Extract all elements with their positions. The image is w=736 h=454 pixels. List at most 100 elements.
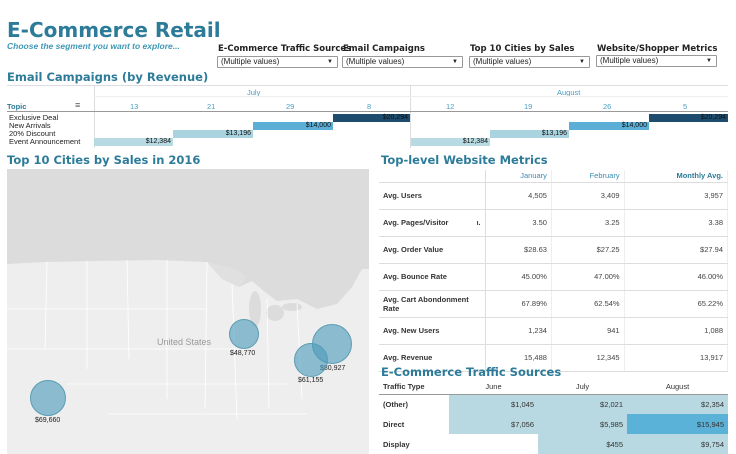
cell: 65.22% xyxy=(624,290,729,318)
dashboard-title: E-Commerce Retail xyxy=(7,18,221,42)
day-label: 13 xyxy=(130,102,139,111)
email-bar[interactable]: $20,294 xyxy=(649,114,728,122)
email-bar[interactable]: $12,384 xyxy=(411,138,490,146)
column-header: Monthly Avg. xyxy=(624,170,729,183)
column-header: August xyxy=(627,380,728,395)
row-label: Avg. Order Value xyxy=(379,236,486,264)
email-bar[interactable]: $12,384 xyxy=(94,138,173,146)
day-label: 5 xyxy=(683,102,688,111)
city-sales-map[interactable]: United States $48,770 $80,927 $61,155 $6… xyxy=(7,169,369,454)
metrics-section-title: Top-level Website Metrics xyxy=(381,153,548,167)
cell: $2,354 xyxy=(627,394,728,414)
filter-select-email[interactable]: (Multiple values) ▼ xyxy=(342,56,463,68)
email-bar[interactable]: $14,000 xyxy=(569,122,649,130)
table-row[interactable]: Avg. New Users 1,234 941 1,088 xyxy=(379,317,729,345)
column-header: June xyxy=(449,380,538,395)
cell: 3.50 xyxy=(485,209,552,237)
cell: $5,985 xyxy=(538,414,627,434)
cell: 3.25 xyxy=(551,209,625,237)
row-label: Avg. Cart Abondonment Rate xyxy=(379,290,486,318)
city-bubble[interactable] xyxy=(229,319,259,349)
traffic-type-header: Traffic Type xyxy=(379,380,449,395)
traffic-section-title: E-Commerce Traffic Sources xyxy=(381,365,562,379)
row-label: Avg. New Users xyxy=(379,317,486,345)
filter-value: (Multiple values) xyxy=(600,56,659,65)
cell: 1,088 xyxy=(624,317,729,345)
sort-icon[interactable]: ≡ xyxy=(75,100,80,110)
metrics-table: January February Monthly Avg. Avg. Users… xyxy=(379,170,729,372)
cell: $2,021 xyxy=(538,394,627,414)
cell: 45.00% xyxy=(485,263,552,291)
cell: $27.94 xyxy=(624,236,729,264)
filter-value: (Multiple values) xyxy=(346,57,405,66)
filter-label-metrics: Website/Shopper Metrics xyxy=(597,44,718,54)
cell: $455 xyxy=(538,434,627,454)
row-label: Avg. Pages/Visitor xyxy=(383,218,449,227)
row-label: Display xyxy=(383,439,410,449)
cell: 3.38 xyxy=(624,209,729,237)
cell: $9,754 xyxy=(627,434,728,454)
cell: $7,056 xyxy=(449,414,538,434)
cell: $27.25 xyxy=(551,236,625,264)
chevron-down-icon: ▼ xyxy=(327,59,333,65)
table-row[interactable]: Avg. Bounce Rate 45.00% 47.00% 46.00% xyxy=(379,263,729,291)
row-label: Avg. Users xyxy=(379,182,486,210)
table-row[interactable]: Avg. Cart Abondonment Rate 67.89% 62.54% 65… xyxy=(379,290,729,318)
email-bar[interactable]: $20,294 xyxy=(333,114,410,122)
table-row[interactable]: Direct $7,056 $5,985 $15,945 xyxy=(379,414,728,434)
cell: 67.89% xyxy=(485,290,552,318)
cell: 12,345 xyxy=(551,344,625,372)
day-label: 8 xyxy=(367,102,372,111)
column-header: February xyxy=(551,170,625,183)
filter-select-traffic[interactable]: (Multiple values) ▼ xyxy=(217,56,338,68)
day-label: 19 xyxy=(524,102,533,111)
column-header: January xyxy=(485,170,552,183)
cell: $1,045 xyxy=(449,394,538,414)
email-section-title: Email Campaigns (by Revenue) xyxy=(7,70,209,84)
email-bar[interactable]: $13,196 xyxy=(173,130,253,138)
filter-label-cities: Top 10 Cities by Sales xyxy=(470,44,575,54)
row-label: (Other) xyxy=(383,399,408,409)
day-label: 29 xyxy=(286,102,295,111)
table-row[interactable]: (Other) $1,045 $2,021 $2,354 xyxy=(379,394,728,414)
country-label: United States xyxy=(157,337,212,347)
topic-header: Topic xyxy=(7,102,27,111)
filter-label-email: Email Campaigns xyxy=(343,44,425,54)
row-label: Direct xyxy=(383,419,405,429)
filter-label-traffic: E-Commerce Traffic Sources xyxy=(218,44,352,54)
map-background xyxy=(7,169,369,454)
city-bubble[interactable] xyxy=(294,343,328,377)
city-bubble[interactable] xyxy=(30,380,66,416)
filter-select-metrics[interactable]: (Multiple values) ▼ xyxy=(596,55,717,67)
table-row[interactable]: Display $455 $9,754 xyxy=(379,434,728,454)
traffic-table: Traffic Type June July August (Other) $1,… xyxy=(379,380,728,454)
table-row[interactable]: Avg. Users 4,505 3,409 3,957 xyxy=(379,182,729,210)
chevron-down-icon: ▼ xyxy=(706,58,712,64)
bar-chart-icon[interactable]: ı. xyxy=(477,220,481,227)
topic-label: Event Announcement xyxy=(9,137,81,146)
metrics-corner xyxy=(379,170,486,183)
city-value-label: $69,660 xyxy=(35,417,61,424)
table-row[interactable]: Avg. Pages/Visitor ı. 3.50 3.25 3.38 xyxy=(379,209,729,237)
chevron-down-icon: ▼ xyxy=(579,59,585,65)
table-row[interactable]: Avg. Order Value $28.63 $27.25 $27.94 xyxy=(379,236,729,264)
email-campaign-grid: July August 13 21 29 8 12 19 26 5 Topic … xyxy=(7,85,728,148)
day-label: 26 xyxy=(603,102,612,111)
city-value-label: $61,155 xyxy=(298,377,324,384)
cell: 4,505 xyxy=(485,182,552,210)
row-label: Avg. Bounce Rate xyxy=(379,263,486,291)
cell: 3,409 xyxy=(551,182,625,210)
chevron-down-icon: ▼ xyxy=(452,59,458,65)
map-section-title: Top 10 Cities by Sales in 2016 xyxy=(7,153,201,167)
column-header: July xyxy=(538,380,627,395)
cell xyxy=(449,434,538,454)
filter-select-cities[interactable]: (Multiple values) ▼ xyxy=(469,56,590,68)
filter-value: (Multiple values) xyxy=(473,57,532,66)
day-label: 21 xyxy=(207,102,216,111)
dashboard-subtitle: Choose the segment you want to explore..… xyxy=(7,41,180,51)
cell: $28.63 xyxy=(485,236,552,264)
email-bar[interactable]: $14,000 xyxy=(253,122,333,130)
cell: 46.00% xyxy=(624,263,729,291)
email-bar[interactable]: $13,196 xyxy=(490,130,569,138)
cell: 13,917 xyxy=(624,344,729,372)
